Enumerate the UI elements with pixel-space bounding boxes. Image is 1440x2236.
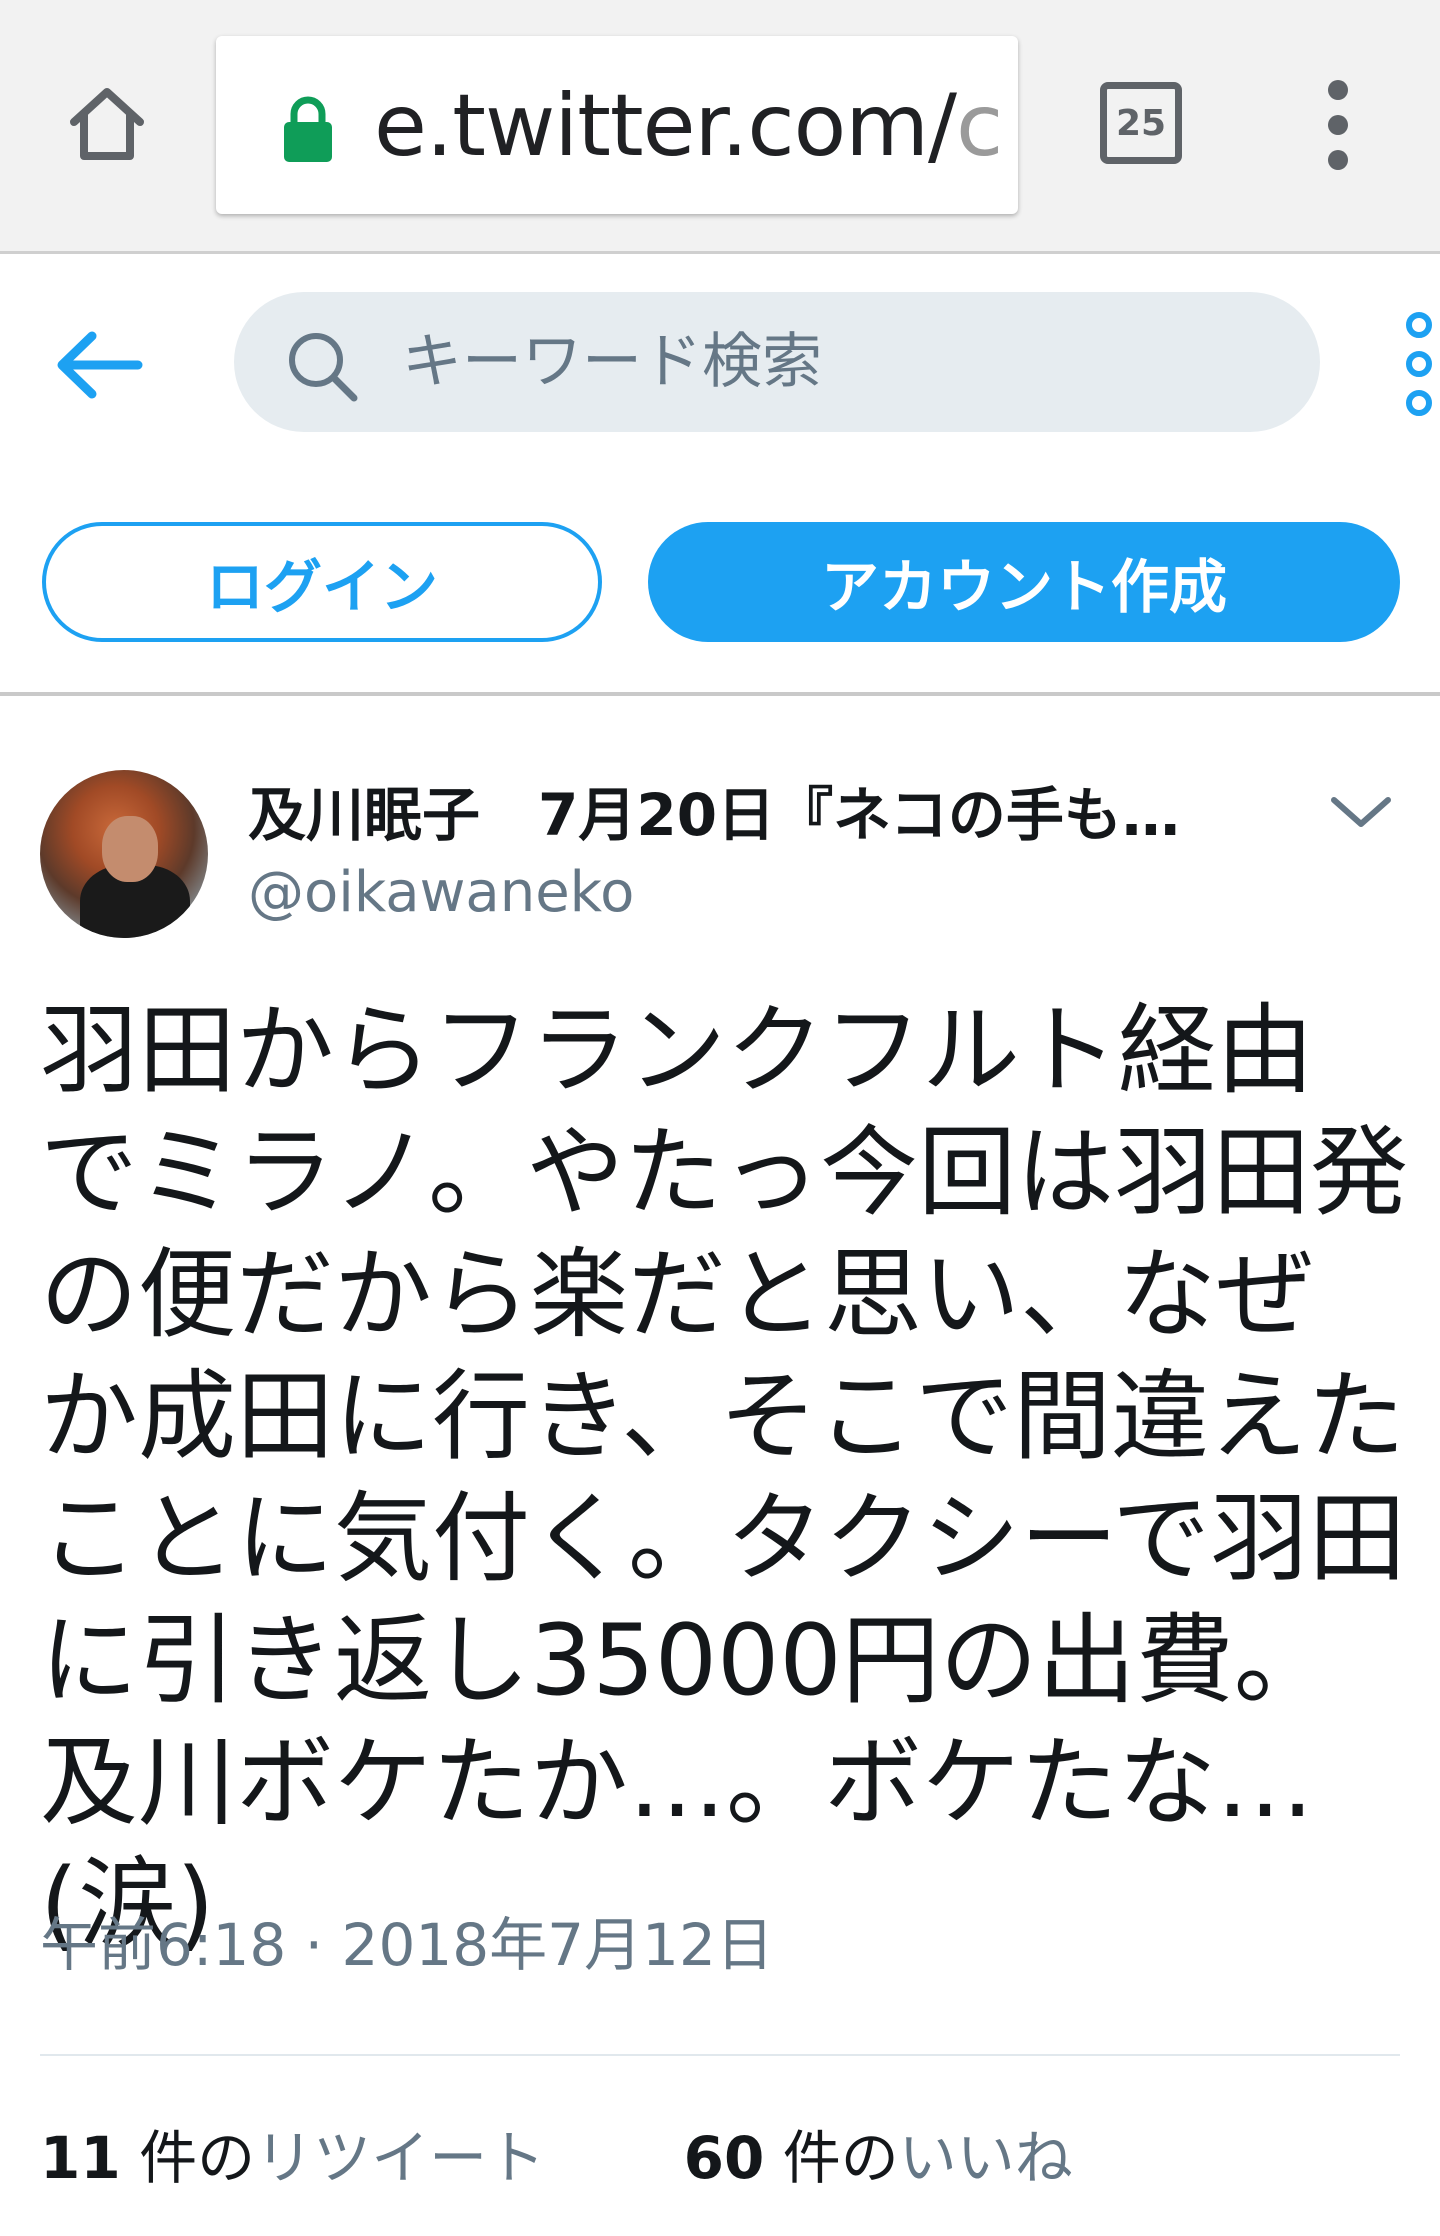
tweet-stats: 11 件のリツイート 60 件のいいね — [40, 2118, 1193, 2198]
url-text: e.twitter.com/c — [374, 76, 1003, 176]
search-icon — [289, 333, 358, 402]
chevron-down-icon[interactable] — [1326, 786, 1396, 836]
home-icon[interactable] — [62, 78, 152, 168]
login-button[interactable]: ログイン — [42, 522, 602, 642]
divider — [0, 692, 1440, 696]
avatar[interactable] — [40, 770, 208, 938]
search-placeholder: キーワード検索 — [402, 327, 822, 397]
like-count-link[interactable]: 60 件のいいね — [684, 2118, 1073, 2198]
tweet-text: 羽田からフランクフルト経由でミラノ。やたっ今回は羽田発の便だから楽だと思い、なぜ… — [40, 994, 1409, 1962]
search-input[interactable]: キーワード検索 — [234, 292, 1320, 432]
tab-switcher-icon[interactable]: 25 — [1100, 82, 1182, 164]
retweet-count-link[interactable]: 11 件のリツイート — [40, 2118, 545, 2198]
divider — [40, 2054, 1400, 2056]
signup-button[interactable]: アカウント作成 — [648, 522, 1400, 642]
tweet-timestamp[interactable]: 午前6:18 · 2018年7月12日 — [40, 1910, 774, 1980]
lock-icon — [284, 96, 332, 162]
display-name[interactable]: 及川眠子 7月20日『ネコの手も… — [248, 780, 1248, 850]
tab-count: 25 — [1115, 102, 1167, 144]
browser-toolbar: e.twitter.com/c 25 — [0, 0, 1440, 254]
more-options-icon[interactable] — [1402, 312, 1436, 416]
user-handle[interactable]: @oikawaneko — [248, 860, 634, 926]
back-arrow-icon[interactable] — [52, 320, 152, 410]
address-bar[interactable]: e.twitter.com/c — [216, 36, 1018, 214]
more-vert-icon[interactable] — [1310, 80, 1366, 170]
